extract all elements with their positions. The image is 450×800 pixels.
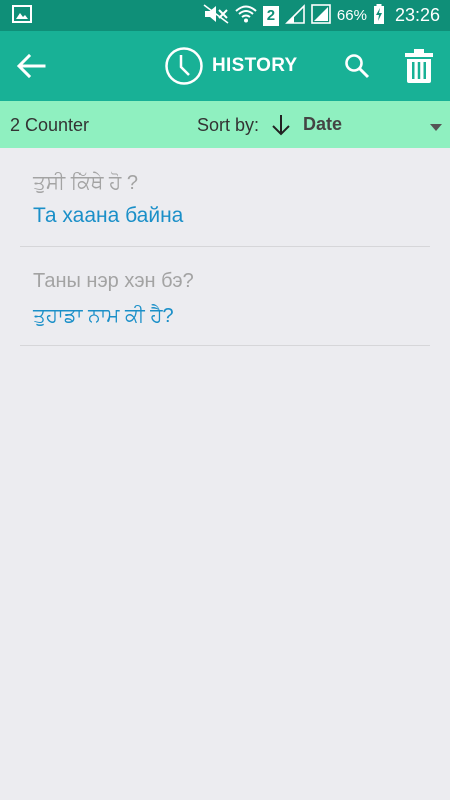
search-icon (345, 54, 370, 79)
page-title: HISTORY (212, 55, 298, 76)
dropdown-triangle-icon (430, 124, 442, 131)
sort-select[interactable]: Date (303, 114, 342, 135)
back-button[interactable] (14, 50, 48, 82)
divider (20, 345, 430, 346)
mute-icon (203, 3, 229, 28)
history-item[interactable]: ਤੁਸੀ ਕਿੱਥੇ ਹੋ ? Та хаана байна (0, 148, 450, 247)
trash-icon (405, 49, 433, 83)
history-counter: 2 Counter (10, 115, 90, 135)
app-bar: HISTORY (0, 31, 450, 101)
status-time: 23:26 (394, 5, 440, 25)
back-arrow-icon (16, 53, 46, 79)
history-item[interactable]: Таны нэр хэн бэ? ਤੁਹਾਡਾ ਨਾਮ ਕੀ ਹੈ? (0, 247, 450, 346)
sort-direction-button[interactable] (270, 113, 292, 137)
battery-percent: 66% (336, 7, 367, 24)
sort-dropdown-button[interactable] (429, 119, 443, 131)
translated-text: Та хаана байна (33, 204, 184, 227)
title-group: HISTORY (164, 45, 298, 87)
sort-bar: 2 Counter Sort by: Date (0, 101, 450, 148)
history-list: ਤੁਸੀ ਕਿੱਥੇ ਹੋ ? Та хаана байна Таны нэр … (0, 148, 450, 346)
sort-down-arrow-icon (272, 115, 290, 136)
sim-icon: 2 (262, 5, 279, 26)
wifi-icon (235, 4, 257, 28)
image-icon (12, 4, 32, 27)
battery-charging-icon (373, 3, 385, 28)
search-button[interactable] (343, 52, 371, 80)
clock-icon (165, 47, 203, 85)
source-text: Таны нэр хэн бэ? (33, 270, 194, 292)
sort-by-label: Sort by: (197, 115, 260, 135)
translated-text: ਤੁਹਾਡਾ ਨਾਮ ਕੀ ਹੈ? (33, 305, 174, 327)
status-bar: 2 66% 23:26 (0, 0, 450, 31)
signal-icon (311, 3, 331, 28)
signal-icon (284, 3, 305, 28)
delete-history-button[interactable] (403, 48, 435, 84)
source-text: ਤੁਸੀ ਕਿੱਥੇ ਹੋ ? (33, 172, 138, 194)
